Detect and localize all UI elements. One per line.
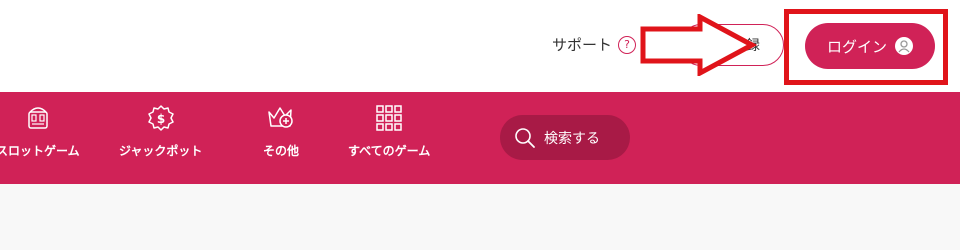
grid-icon <box>376 105 402 131</box>
support-label: サポート <box>552 36 613 54</box>
crown-plus-icon <box>268 107 293 128</box>
nav-item-label: その他 <box>263 144 300 158</box>
page: サポート ? 新規登録 ログイン <box>0 0 960 250</box>
slot-machine-icon <box>28 107 48 129</box>
search-label: 検索する <box>544 130 600 147</box>
nav-item-label: ジャックポット <box>119 144 203 158</box>
svg-text:$: $ <box>157 112 165 126</box>
nav-item-slot-games[interactable]: スロットゲーム <box>0 104 80 159</box>
content-area <box>0 184 960 250</box>
red-highlight-box <box>784 9 948 85</box>
support-link[interactable]: サポート ? <box>552 34 637 55</box>
dollar-badge-icon: $ <box>147 105 174 131</box>
category-nav: スロットゲーム $ ジャックポット その他 すべてのゲーム 検索する <box>0 92 960 184</box>
red-arrow-icon <box>640 14 758 76</box>
nav-item-label: すべてのゲーム <box>348 144 431 158</box>
search-icon <box>515 127 535 148</box>
question-circle-icon: ? <box>618 35 637 54</box>
nav-item-all-games[interactable]: すべてのゲーム <box>348 104 430 159</box>
nav-item-other[interactable]: その他 <box>263 104 299 159</box>
search-button[interactable]: 検索する <box>500 115 630 160</box>
nav-item-jackpot[interactable]: $ ジャックポット <box>119 104 202 159</box>
nav-item-label: スロットゲーム <box>0 144 80 158</box>
